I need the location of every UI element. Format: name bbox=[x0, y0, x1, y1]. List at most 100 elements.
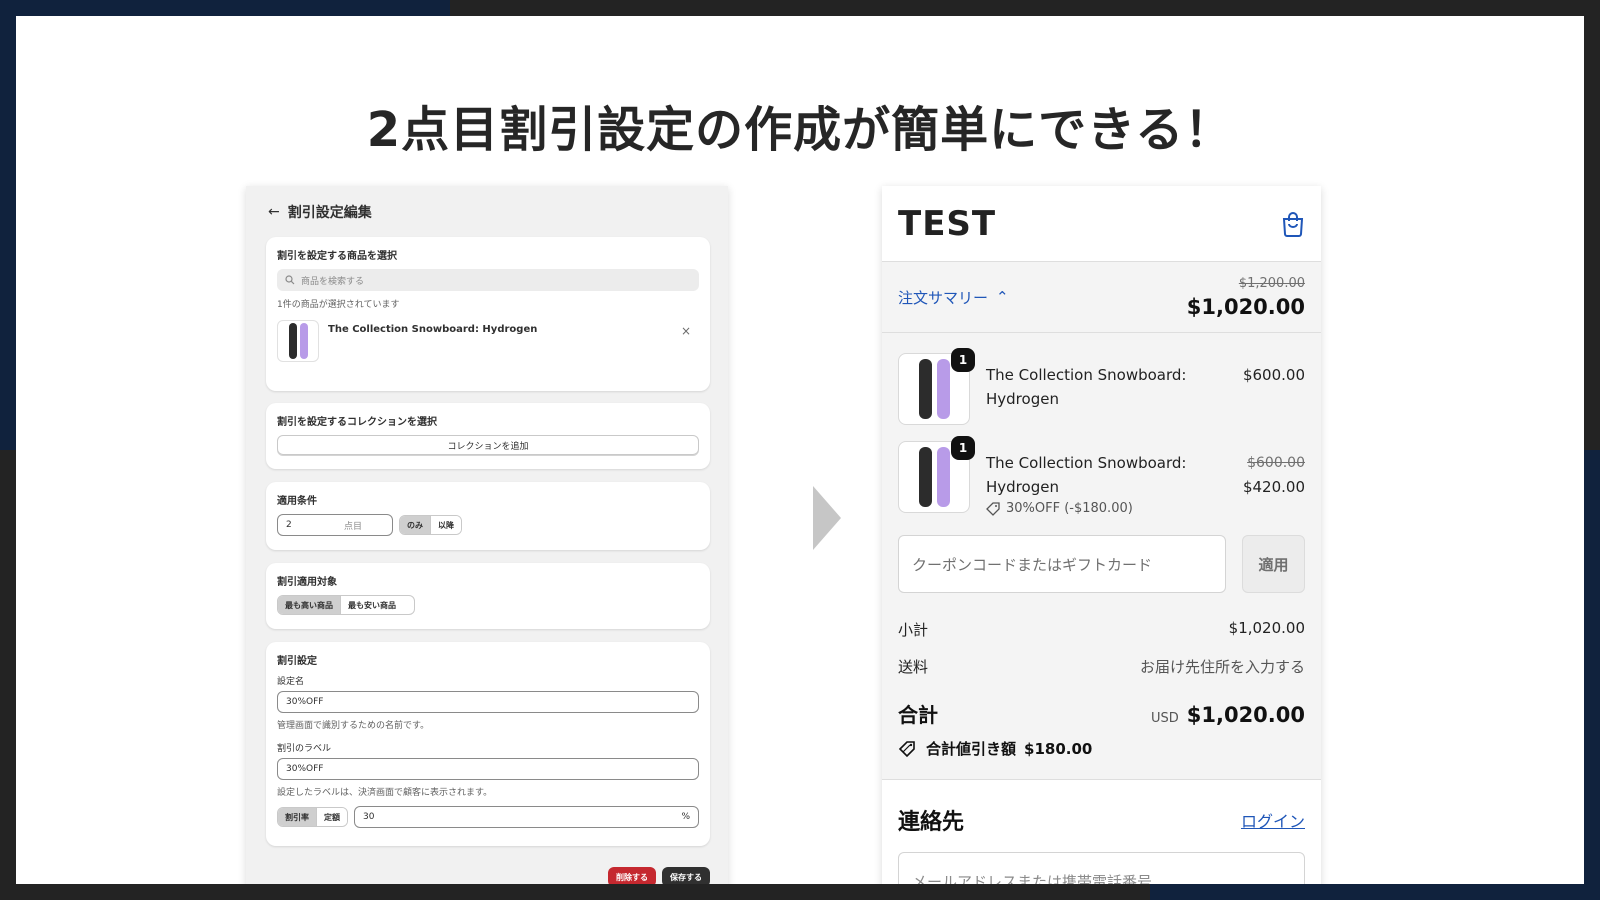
shipping-value: お届け先住所を入力する bbox=[1139, 658, 1305, 676]
target-card-title: 割引適用対象 bbox=[277, 577, 337, 588]
discount-amount-input[interactable]: 30 % bbox=[354, 806, 699, 828]
grand-total-row: 合計 USD $1,020.00 bbox=[898, 699, 1305, 728]
quantity-input[interactable]: 2 点目 bbox=[277, 514, 393, 536]
quantity-value: 2 bbox=[286, 520, 292, 530]
order-summary-label: 注文サマリー bbox=[898, 288, 989, 307]
coupon-row: クーポンコードまたはギフトカード 適用 bbox=[898, 535, 1305, 593]
name-help-text: 管理画面で識別するための名前です。 bbox=[277, 721, 430, 731]
summary-prices: $1,200.00 $1,020.00 bbox=[1187, 276, 1305, 319]
slide: 2点目割引設定の作成が簡単にできる！ ← 割引設定編集 割引を設定する商品を選択… bbox=[16, 16, 1584, 884]
product-thumbnail bbox=[277, 320, 319, 362]
quantity-unit: 点目 bbox=[343, 521, 362, 532]
condition-option-only[interactable]: のみ bbox=[400, 516, 430, 534]
target-option-highest[interactable]: 最も高い商品 bbox=[278, 596, 340, 614]
label-field[interactable]: 30%OFF bbox=[277, 758, 699, 780]
shopping-bag-icon[interactable] bbox=[1281, 211, 1305, 237]
line-item-name: The Collection Snowboard: Hydrogen bbox=[986, 366, 1187, 408]
subtotal-row: 小計 $1,020.00 bbox=[898, 619, 1305, 640]
discount-settings-card: 割引設定 設定名 30%OFF 管理画面で識別するための名前です。 割引のラベル… bbox=[266, 642, 710, 846]
line-item-info: The Collection Snowboard: Hydrogen bbox=[986, 363, 1206, 425]
snowboard-purple-icon bbox=[299, 323, 308, 359]
selected-count-note: 1件の商品が選択されています bbox=[277, 300, 400, 310]
snowboard-purple-icon bbox=[936, 447, 950, 507]
admin-page-title: 割引設定編集 bbox=[287, 205, 372, 221]
remove-product-close-icon[interactable]: × bbox=[681, 324, 691, 338]
product-card-title: 割引を設定する商品を選択 bbox=[277, 251, 397, 262]
checkout-panel: TEST 注文サマリー ⌃ $1,200.00 $1,020.00 1 The … bbox=[882, 186, 1321, 884]
target-card: 割引適用対象 最も高い商品 最も安い商品 bbox=[266, 563, 710, 629]
apply-coupon-button[interactable]: 適用 bbox=[1242, 535, 1305, 593]
back-arrow-icon[interactable]: ← bbox=[268, 204, 280, 220]
label-field-label: 割引のラベル bbox=[277, 744, 332, 754]
name-field[interactable]: 30%OFF bbox=[277, 691, 699, 713]
discount-admin-panel: ← 割引設定編集 割引を設定する商品を選択 商品を検索する 1件の商品が選択され… bbox=[246, 186, 728, 884]
collection-select-card: 割引を設定するコレクションを選択 コレクションを追加 bbox=[266, 403, 710, 469]
line-item-name: The Collection Snowboard: Hydrogen bbox=[986, 454, 1187, 496]
condition-card-title: 適用条件 bbox=[277, 496, 317, 507]
discount-type-toggle: 割引率 定額 bbox=[277, 807, 348, 827]
snowboard-black-icon bbox=[918, 359, 932, 419]
total-savings-row: 合計値引き額 $180.00 bbox=[898, 738, 1305, 759]
shipping-label: 送料 bbox=[898, 658, 929, 676]
subtotal-value: $1,020.00 bbox=[1228, 619, 1305, 637]
grand-total-value: $1,020.00 bbox=[1186, 703, 1305, 727]
line-item-thumbnail: 1 bbox=[898, 436, 975, 513]
quantity-badge: 1 bbox=[951, 348, 975, 372]
collection-card-title: 割引を設定するコレクションを選択 bbox=[277, 417, 437, 428]
summary-total: $1,020.00 bbox=[1186, 294, 1305, 319]
line-item-price: $600.00 bbox=[1243, 363, 1305, 387]
snowboard-purple-icon bbox=[936, 359, 950, 419]
delete-button[interactable]: 削除する bbox=[608, 867, 656, 884]
shipping-row: 送料 お届け先住所を入力する bbox=[898, 656, 1305, 677]
discount-tag: 30%OFF (-$180.00) bbox=[986, 499, 1206, 519]
product-select-card: 割引を設定する商品を選択 商品を検索する 1件の商品が選択されています The … bbox=[266, 237, 710, 391]
save-button[interactable]: 保存する bbox=[662, 867, 710, 884]
discount-tag-icon bbox=[898, 740, 915, 757]
line-item-thumbnail: 1 bbox=[898, 348, 975, 425]
email-or-phone-input[interactable]: メールアドレスまたは携帯電話番号 bbox=[898, 852, 1305, 884]
selected-product-row: The Collection Snowboard: Hydrogen × bbox=[277, 320, 699, 362]
coupon-code-input[interactable]: クーポンコードまたはギフトカード bbox=[898, 535, 1226, 593]
subtotal-label: 小計 bbox=[898, 621, 929, 639]
order-summary-bar[interactable]: 注文サマリー ⌃ $1,200.00 $1,020.00 bbox=[882, 262, 1321, 333]
name-field-label: 設定名 bbox=[277, 677, 305, 687]
target-toggle: 最も高い商品 最も安い商品 bbox=[277, 595, 415, 615]
line-item-price: $600.00 $420.00 bbox=[1243, 451, 1305, 499]
headline: 2点目割引設定の作成が簡単にできる！ bbox=[366, 102, 1234, 158]
contact-title: 連絡先 bbox=[898, 810, 965, 835]
add-collection-button[interactable]: コレクションを追加 bbox=[277, 435, 699, 455]
condition-toggle: のみ 以降 bbox=[399, 515, 462, 535]
line-item-price-value: $600.00 bbox=[1242, 366, 1305, 384]
search-placeholder: 商品を検索する bbox=[301, 276, 365, 287]
line-item-original-price: $600.00 bbox=[1247, 455, 1305, 471]
snowboard-black-icon bbox=[918, 447, 932, 507]
type-option-percent[interactable]: 割引率 bbox=[278, 808, 316, 826]
chevron-up-icon: ⌃ bbox=[996, 288, 1009, 306]
total-savings-value: $180.00 bbox=[1024, 739, 1093, 758]
quantity-badge: 1 bbox=[951, 436, 975, 460]
line-item: 1 The Collection Snowboard: Hydrogen 30%… bbox=[898, 436, 1305, 519]
admin-footer-actions: 削除する 保存する bbox=[608, 867, 710, 884]
snowboard-black-icon bbox=[288, 323, 297, 359]
line-item-price-value: $420.00 bbox=[1242, 478, 1305, 496]
type-option-fixed[interactable]: 定額 bbox=[316, 808, 347, 826]
total-savings-label: 合計値引き額 bbox=[926, 740, 1017, 758]
admin-header: ← 割引設定編集 bbox=[268, 202, 372, 222]
login-link[interactable]: ログイン bbox=[1241, 808, 1305, 832]
settings-card-title: 割引設定 bbox=[277, 656, 317, 667]
currency-code: USD bbox=[1150, 711, 1179, 726]
selected-product-name: The Collection Snowboard: Hydrogen bbox=[328, 324, 538, 335]
order-summary-toggle[interactable]: 注文サマリー ⌃ bbox=[898, 287, 1009, 308]
tag-icon bbox=[986, 502, 1000, 516]
flow-arrow-icon bbox=[813, 486, 841, 550]
line-item-info: The Collection Snowboard: Hydrogen 30%OF… bbox=[986, 451, 1206, 519]
condition-card: 適用条件 2 点目 のみ 以降 bbox=[266, 482, 710, 550]
checkout-header: TEST bbox=[882, 186, 1321, 262]
original-total: $1,200.00 bbox=[1238, 275, 1305, 291]
discount-amount-unit: % bbox=[681, 812, 690, 822]
target-option-lowest[interactable]: 最も安い商品 bbox=[340, 596, 403, 614]
store-logo[interactable]: TEST bbox=[898, 204, 996, 244]
condition-option-after[interactable]: 以降 bbox=[430, 516, 461, 534]
discount-tag-text: 30%OFF (-$180.00) bbox=[1006, 501, 1133, 516]
product-search-input[interactable]: 商品を検索する bbox=[277, 269, 699, 291]
